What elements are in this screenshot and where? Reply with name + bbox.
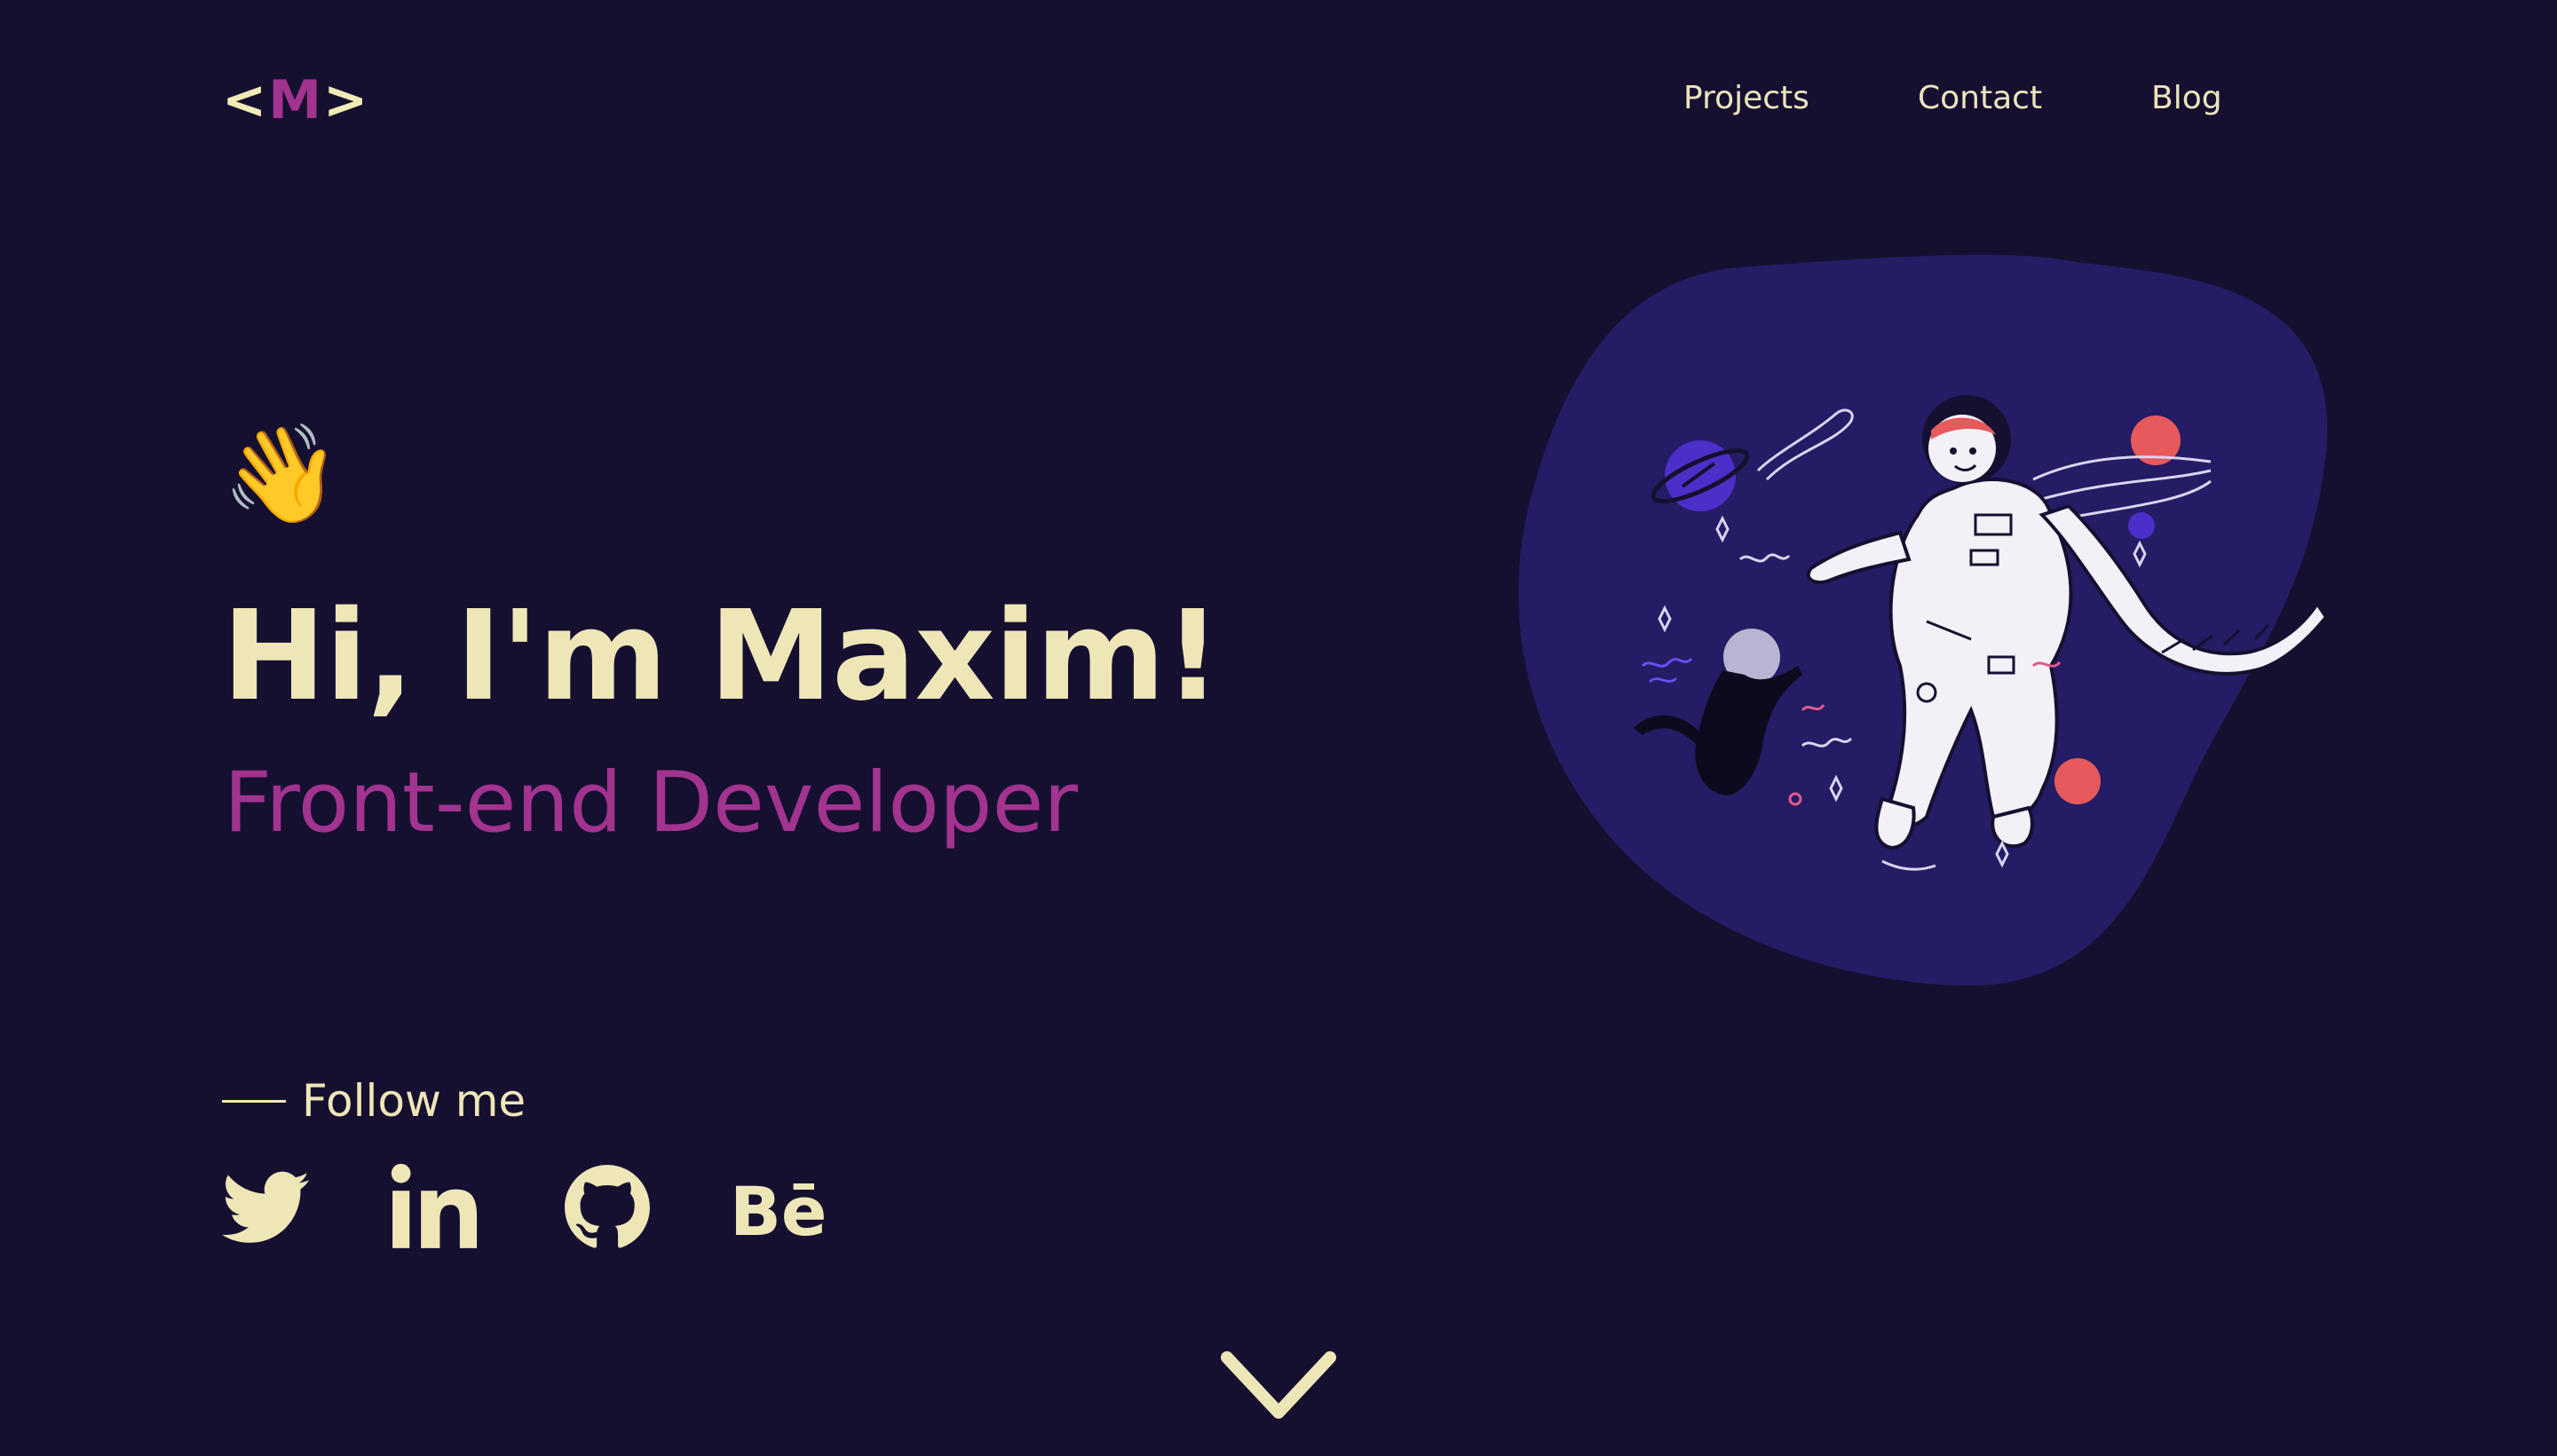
twitter-icon bbox=[222, 1171, 310, 1243]
github-link[interactable] bbox=[563, 1163, 652, 1252]
chevron-down-icon[interactable] bbox=[1218, 1345, 1339, 1425]
page: <M> Projects Contact Blog 👋 Hi, I'm Maxi… bbox=[0, 0, 2557, 1456]
astronaut-illustration bbox=[1518, 255, 2329, 986]
astronaut-head bbox=[1922, 395, 2011, 484]
linkedin-icon bbox=[391, 1163, 478, 1248]
waving-hand-emoji: 👋 bbox=[222, 419, 342, 530]
nav-link-blog[interactable]: Blog bbox=[2151, 76, 2222, 121]
behance-link[interactable]: Bē bbox=[730, 1163, 836, 1252]
follow-divider-line bbox=[222, 1099, 286, 1103]
linkedin-link[interactable] bbox=[391, 1163, 479, 1252]
hero-subtitle: Front-end Developer bbox=[224, 755, 1079, 851]
follow-label: Follow me bbox=[302, 1075, 526, 1127]
small-planet bbox=[2128, 512, 2155, 539]
nav-link-projects[interactable]: Projects bbox=[1683, 76, 1809, 121]
main-nav: Projects Contact Blog bbox=[0, 76, 2557, 121]
twitter-link[interactable] bbox=[222, 1163, 311, 1252]
follow-section: Follow me bbox=[222, 1070, 526, 1132]
behance-icon: Bē bbox=[730, 1172, 827, 1251]
red-ball bbox=[2054, 758, 2101, 804]
github-icon bbox=[565, 1165, 650, 1248]
hero-title: Hi, I'm Maxim! bbox=[222, 584, 1221, 729]
nav-link-contact[interactable]: Contact bbox=[1918, 76, 2042, 121]
